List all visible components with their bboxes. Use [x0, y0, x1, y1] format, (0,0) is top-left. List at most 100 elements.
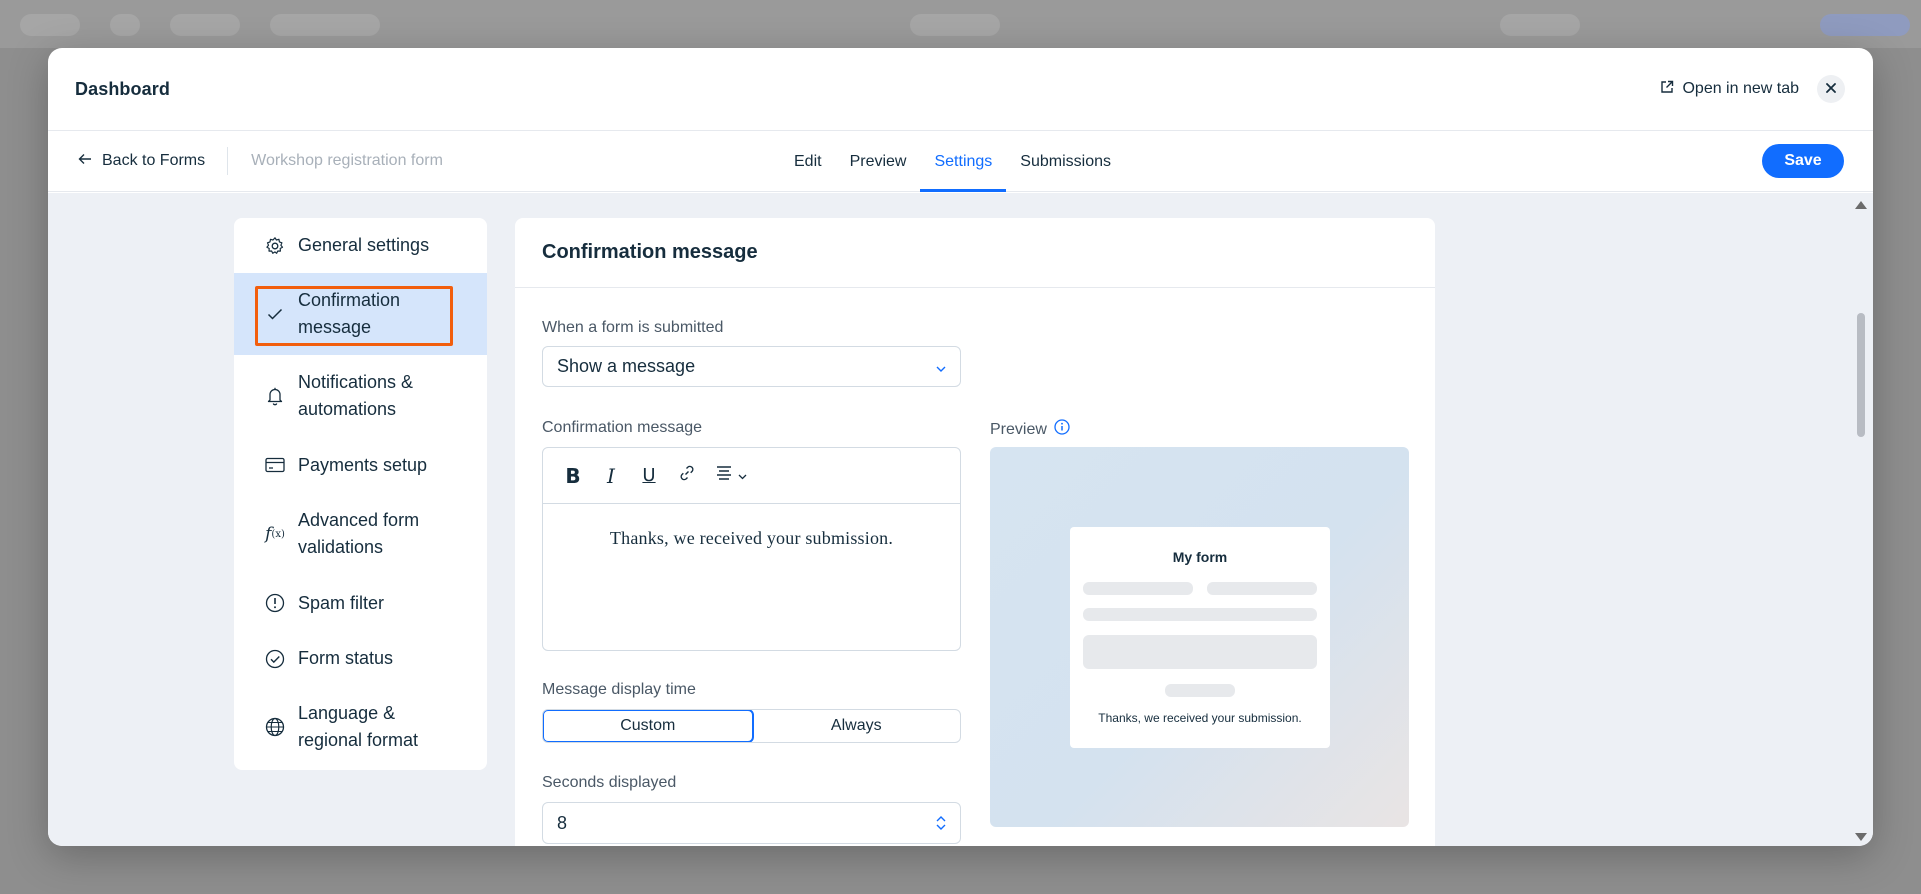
- always-option[interactable]: Always: [753, 710, 961, 742]
- sidebar-item-advanced-validations[interactable]: f (x) Advanced form validations: [234, 493, 487, 575]
- sidebar-item-language-regional[interactable]: Language & regional format: [234, 686, 487, 768]
- credit-card-icon: [264, 454, 286, 476]
- placeholder-bar: [1083, 635, 1317, 669]
- preview-form-title: My form: [1172, 549, 1228, 565]
- placeholder-bar: [1083, 582, 1193, 595]
- back-to-forms-link[interactable]: Back to Forms: [78, 152, 205, 170]
- chevron-up-icon[interactable]: [936, 816, 946, 822]
- scrollbar[interactable]: [1855, 201, 1867, 841]
- alignment-dropdown[interactable]: [709, 460, 753, 492]
- confirmation-message-panel: Confirmation message When a form is subm…: [515, 218, 1435, 846]
- tab-submissions[interactable]: Submissions: [1006, 131, 1125, 192]
- sidebar-item-label: Language & regional format: [298, 703, 419, 750]
- link-button[interactable]: [671, 460, 703, 492]
- gear-icon: [264, 235, 286, 257]
- modal-title: Dashboard: [75, 78, 170, 99]
- header-actions: Open in new tab: [1660, 75, 1845, 103]
- close-icon: [1826, 80, 1836, 98]
- link-icon: [678, 464, 696, 487]
- underline-button[interactable]: U: [633, 460, 665, 492]
- editor-toolbar: B I U: [543, 448, 960, 504]
- align-center-icon: [716, 466, 732, 485]
- message-text-area[interactable]: Thanks, we received your submission.: [543, 504, 960, 549]
- scroll-down-arrow-icon[interactable]: [1855, 833, 1867, 841]
- sidebar-item-label: Payments setup: [298, 454, 428, 475]
- preview-canvas: My form Thanks, we received your submiss…: [990, 447, 1409, 827]
- italic-icon: I: [607, 463, 615, 488]
- background-shape: [20, 14, 80, 36]
- preview-form-card: My form Thanks, we received your submiss…: [1070, 527, 1330, 748]
- sidebar-item-label: General settings: [298, 235, 430, 255]
- sidebar-item-confirmation-message[interactable]: Confirmation message: [234, 273, 487, 355]
- settings-sidebar: General settings Confirmation message No…: [234, 218, 487, 770]
- confirmation-message-label: Confirmation message: [542, 419, 703, 436]
- rich-text-editor: B I U Thanks, we received your submissio…: [542, 447, 961, 651]
- settings-content: General settings Confirmation message No…: [48, 193, 1873, 846]
- form-tabs: Edit Preview Settings Submissions: [780, 131, 1125, 192]
- custom-option[interactable]: Custom: [543, 710, 754, 742]
- sidebar-item-notifications[interactable]: Notifications & automations: [234, 355, 487, 437]
- sidebar-item-general-settings[interactable]: General settings: [234, 218, 487, 273]
- scroll-up-arrow-icon[interactable]: [1855, 201, 1867, 209]
- bold-icon: B: [565, 463, 581, 488]
- chevron-down-icon: [936, 356, 946, 377]
- sidebar-item-label: Notifications & automations: [298, 372, 414, 419]
- preview-label: Preview: [990, 420, 1047, 438]
- bold-button[interactable]: B: [557, 460, 589, 492]
- sidebar-item-label: Confirmation message: [298, 290, 401, 337]
- preview-message: Thanks, we received your submission.: [1098, 711, 1302, 725]
- background-shape: [270, 14, 380, 36]
- quantity-stepper[interactable]: [936, 816, 946, 830]
- display-time-toggle: Custom Always: [542, 709, 961, 743]
- external-link-icon: [1660, 80, 1674, 99]
- submit-action-value: Show a message: [557, 356, 696, 376]
- open-in-new-tab-label: Open in new tab: [1682, 80, 1799, 97]
- underline-icon: U: [642, 465, 656, 486]
- tab-settings[interactable]: Settings: [920, 131, 1007, 192]
- modal-header: Dashboard Open in new tab: [48, 48, 1873, 131]
- background-shape: [1820, 14, 1910, 36]
- scrollbar-thumb[interactable]: [1857, 313, 1865, 437]
- italic-button[interactable]: I: [595, 460, 627, 492]
- close-button[interactable]: [1817, 75, 1845, 103]
- check-circle-icon: [264, 648, 286, 670]
- sidebar-item-label: Spam filter: [298, 592, 385, 613]
- background-shape: [110, 14, 140, 36]
- form-name: Workshop registration form: [251, 152, 443, 169]
- background-shape: [910, 14, 1000, 36]
- submit-action-dropdown[interactable]: Show a message: [542, 346, 961, 387]
- sidebar-item-form-status[interactable]: Form status: [234, 631, 487, 686]
- background-shape: [170, 14, 240, 36]
- background-shape: [1500, 14, 1580, 36]
- seconds-input[interactable]: 8: [542, 802, 961, 844]
- chevron-down-icon[interactable]: [936, 824, 946, 830]
- dashboard-modal: Dashboard Open in new tab Back to Forms …: [48, 48, 1873, 846]
- tab-preview[interactable]: Preview: [836, 131, 921, 192]
- panel-title: Confirmation message: [542, 241, 758, 263]
- display-time-label: Message display time: [542, 681, 696, 698]
- sidebar-item-label: Form status: [298, 648, 394, 668]
- info-icon[interactable]: [1054, 419, 1070, 440]
- placeholder-bar: [1207, 582, 1317, 595]
- background-topbar: [0, 0, 1921, 48]
- function-icon: f (x): [265, 523, 285, 544]
- placeholder-bar: [1165, 684, 1235, 697]
- sidebar-item-spam-filter[interactable]: Spam filter: [234, 575, 487, 631]
- alert-circle-icon: [264, 592, 286, 614]
- check-icon: [264, 303, 286, 325]
- sidebar-item-label: Advanced form validations: [298, 510, 420, 557]
- panel-header: Confirmation message: [515, 218, 1435, 288]
- seconds-value: 8: [557, 812, 568, 833]
- arrow-left-icon: [78, 152, 92, 170]
- submit-action-label: When a form is submitted: [542, 319, 724, 336]
- open-in-new-tab-link[interactable]: Open in new tab: [1660, 80, 1799, 99]
- form-toolbar: Back to Forms Workshop registration form…: [48, 131, 1873, 192]
- toolbar-divider: [227, 147, 229, 175]
- chevron-down-icon: [738, 467, 747, 485]
- back-to-forms-label: Back to Forms: [102, 152, 206, 169]
- globe-icon: [264, 716, 286, 738]
- save-button[interactable]: Save: [1762, 144, 1844, 178]
- sidebar-item-payments-setup[interactable]: Payments setup: [234, 437, 487, 493]
- tab-edit[interactable]: Edit: [780, 131, 836, 192]
- preview-header: Preview: [990, 419, 1070, 440]
